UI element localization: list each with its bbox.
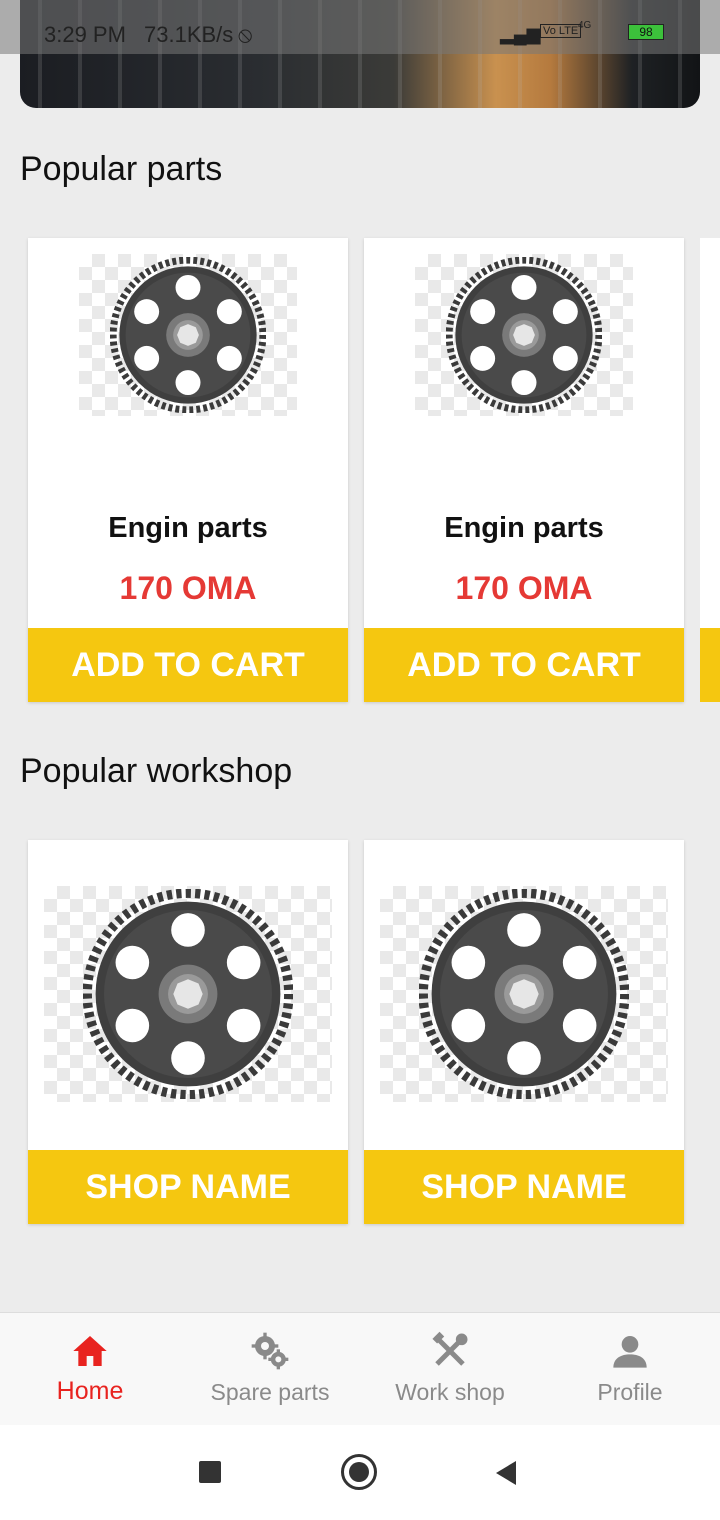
- workshop-image: [44, 886, 332, 1102]
- popular-workshop-title: Popular workshop: [20, 752, 293, 790]
- shop-name-button[interactable]: SHOP NAME: [364, 1150, 684, 1224]
- nav-label-profile: Profile: [597, 1379, 663, 1405]
- add-to-cart-button[interactable]: ADD TO CART: [28, 628, 348, 702]
- nav-label-work-shop: Work shop: [395, 1379, 505, 1405]
- gear-icon: [446, 257, 602, 413]
- gear-icon: [110, 257, 266, 413]
- back-icon[interactable]: [494, 1459, 518, 1487]
- battery-icon: 98: [628, 24, 664, 40]
- network-type: 4G: [578, 20, 592, 31]
- part-name: Engin parts: [444, 512, 604, 544]
- part-card-peek[interactable]: [700, 238, 720, 702]
- sync-icon: ⦸: [238, 22, 253, 47]
- bottom-navigation: Home Spare parts Work shop Profile: [0, 1312, 720, 1425]
- nav-item-work-shop[interactable]: Work shop: [360, 1313, 540, 1425]
- nav-item-home[interactable]: Home: [0, 1313, 180, 1425]
- volte-badge: Vo LTE: [540, 24, 582, 38]
- gear-icon: [419, 889, 629, 1099]
- part-price: 170 OMA: [455, 570, 593, 606]
- gear-icon: [83, 889, 293, 1099]
- nav-label-home: Home: [56, 1377, 124, 1405]
- person-icon: [613, 1336, 647, 1368]
- part-name: Engin parts: [108, 512, 268, 544]
- system-navigation-bar: [0, 1425, 720, 1520]
- part-card[interactable]: Engin parts 170 OMA ADD TO CART: [364, 238, 684, 702]
- peek-button-edge: [700, 628, 720, 702]
- home-system-icon[interactable]: [341, 1454, 377, 1490]
- tools-icon: [432, 1331, 468, 1366]
- part-image: [415, 254, 633, 416]
- part-card[interactable]: Engin parts 170 OMA ADD TO CART: [28, 238, 348, 702]
- signal-icon: ▂▄▆: [500, 24, 541, 44]
- part-image: [79, 254, 297, 416]
- workshop-card[interactable]: SHOP NAME: [28, 840, 348, 1224]
- home-icon: [73, 1336, 107, 1366]
- nav-label-spare-parts: Spare parts: [210, 1379, 330, 1405]
- status-bar: 3:29 PM 73.1KB/s ⦸ ▂▄▆ Vo LTE 4G 98: [0, 0, 720, 54]
- gears-icon: [251, 1332, 289, 1370]
- recent-apps-icon[interactable]: [199, 1461, 221, 1483]
- popular-parts-title: Popular parts: [20, 150, 223, 188]
- status-speed: 73.1KB/s: [144, 22, 234, 47]
- part-price: 170 OMA: [119, 570, 257, 606]
- workshop-image: [380, 886, 668, 1102]
- status-time: 3:29 PM: [44, 22, 126, 47]
- nav-item-spare-parts[interactable]: Spare parts: [180, 1313, 360, 1425]
- add-to-cart-button[interactable]: ADD TO CART: [364, 628, 684, 702]
- nav-item-profile[interactable]: Profile: [540, 1313, 720, 1425]
- shop-name-button[interactable]: SHOP NAME: [28, 1150, 348, 1224]
- workshop-card[interactable]: SHOP NAME: [364, 840, 684, 1224]
